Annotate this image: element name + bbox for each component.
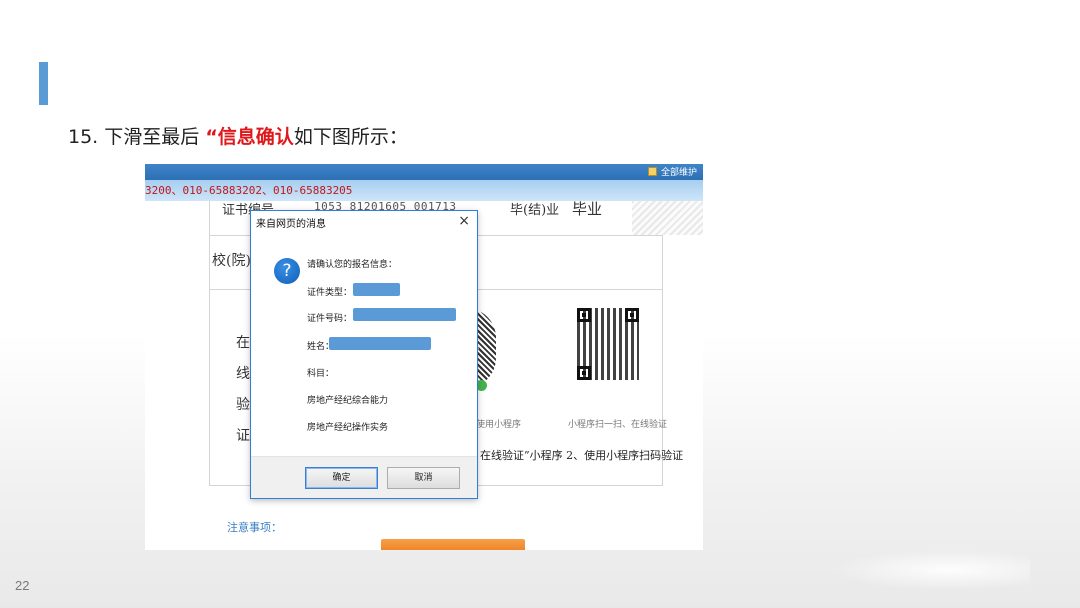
slide-title: 15. 下滑至最后 “信息确认如下图所示： — [68, 122, 408, 149]
verify-steps: 在线验证”小程序 2、使用小程序扫码验证 — [480, 449, 684, 462]
slide-title-highlight: “信息确认 — [205, 126, 294, 148]
subject-item: 房地产经纪综合能力 — [307, 396, 389, 406]
id-type-label: 证件类型： — [307, 288, 353, 298]
page-number: 22 — [15, 578, 30, 593]
user-menu-label: 全部维护 — [660, 168, 697, 178]
subject-item: 房地产经纪操作实务 — [307, 423, 389, 433]
corner-glare — [830, 550, 1030, 590]
slide-title-prefix: 15. 下滑至最后 — [68, 126, 200, 148]
browser-top-bar: 全部维护 — [145, 164, 703, 180]
confirm-dialog: 来自网页的消息 × ? 请确认您的报名信息： 证件类型： 证件号码： 姓名： 科… — [250, 210, 478, 499]
qr-finder — [577, 308, 591, 322]
qr-finder — [625, 308, 639, 322]
id-number-label: 证件号码： — [307, 314, 353, 324]
submit-button[interactable] — [381, 539, 525, 550]
qr-finder — [577, 366, 591, 380]
slide-title-suffix: 如下图所示： — [293, 126, 408, 148]
ok-button[interactable]: 确定 — [305, 467, 378, 489]
qr-code — [577, 308, 639, 380]
watermark-pattern — [632, 201, 703, 235]
graduation-value: 毕业 — [572, 200, 603, 218]
close-icon[interactable]: × — [458, 212, 470, 230]
name-mask — [329, 337, 431, 350]
user-icon — [647, 167, 657, 176]
subject-label: 科目： — [307, 369, 335, 379]
slide-accent-bar — [39, 62, 48, 105]
graduation-label: 毕(结)业 — [510, 203, 560, 218]
user-menu[interactable]: 全部维护 — [647, 165, 697, 178]
phone-numbers-bar: 3200、010-65883202、010-65883205 — [145, 180, 703, 201]
dialog-title: 来自网页的消息 — [256, 219, 326, 230]
id-type-mask — [353, 283, 400, 296]
qr-caption: 小程序扫一扫、在线验证 — [568, 420, 668, 430]
dialog-footer: 确定 取消 — [251, 456, 477, 498]
notice-link[interactable]: 注意事项： — [227, 519, 282, 535]
dialog-prompt: 请确认您的报名信息： — [307, 260, 398, 270]
id-number-mask — [353, 308, 456, 321]
question-icon: ? — [274, 258, 300, 284]
cancel-button[interactable]: 取消 — [387, 467, 460, 489]
mini-program-caption: 使用小程序 — [476, 420, 522, 430]
